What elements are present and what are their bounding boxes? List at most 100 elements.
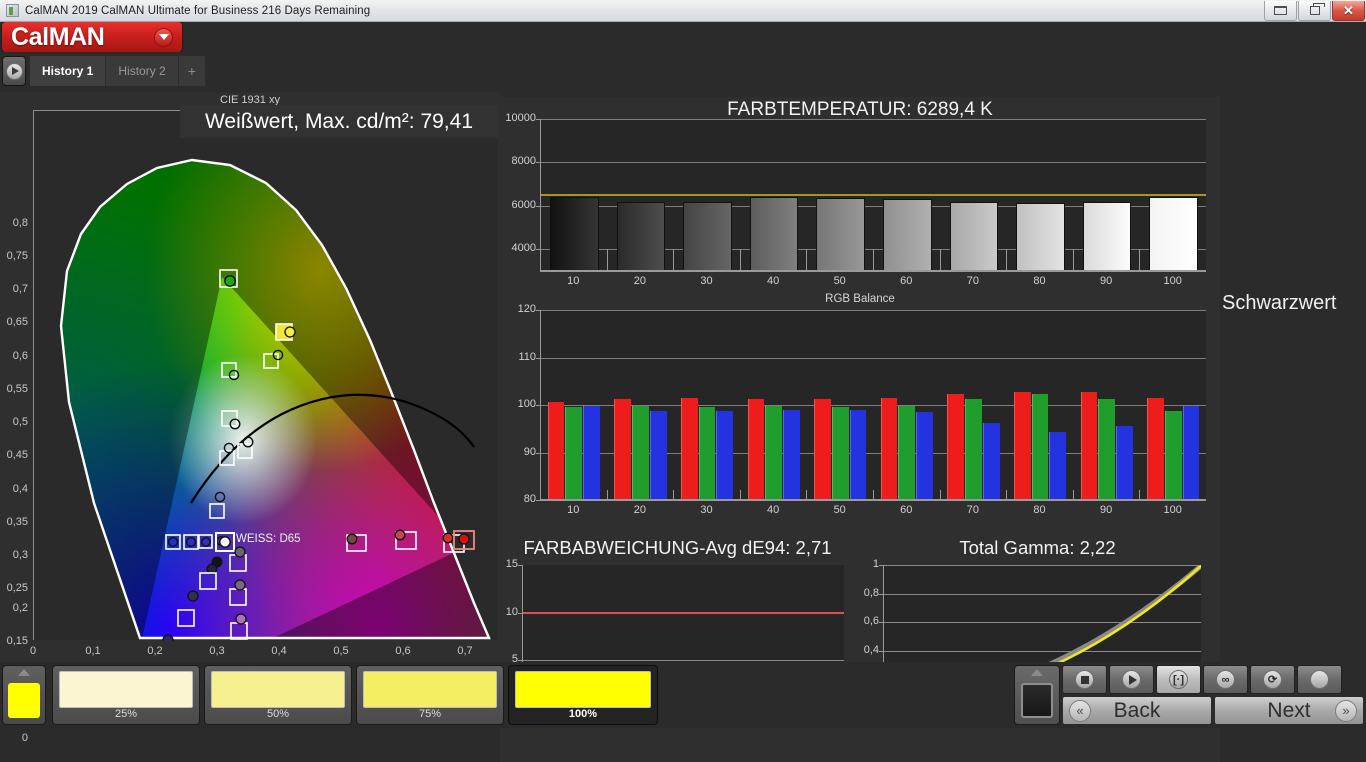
chevron-down-icon[interactable] bbox=[154, 27, 173, 47]
pattern-monitor-button[interactable] bbox=[1014, 665, 1060, 725]
bar-green[interactable] bbox=[698, 407, 716, 499]
bar-red[interactable] bbox=[747, 399, 765, 499]
bar[interactable] bbox=[949, 201, 999, 270]
y-tick-mark bbox=[536, 405, 540, 406]
cie-y-tick: 0,75 bbox=[6, 250, 28, 262]
main-content: CIE 1931 xy Weißwert, Max. cd/m²: 79,41 … bbox=[0, 92, 1366, 762]
rgb-balance-plot[interactable] bbox=[540, 310, 1206, 500]
bar-blue[interactable] bbox=[1116, 425, 1133, 499]
workflow-play-button[interactable] bbox=[2, 56, 26, 86]
next-button[interactable]: Next » bbox=[1214, 696, 1364, 725]
bar-green[interactable] bbox=[898, 405, 916, 499]
bar-red[interactable] bbox=[1147, 397, 1164, 499]
x-tick-mark bbox=[606, 490, 608, 500]
bar[interactable] bbox=[683, 201, 732, 270]
pattern-window-button[interactable]: [·] bbox=[1156, 665, 1201, 694]
x-tick-label: 10 bbox=[567, 275, 580, 287]
stop-button[interactable] bbox=[1062, 665, 1107, 694]
total-gamma-chart: Total Gamma: 2,22 00,20,40,60,8110203040… bbox=[855, 537, 1220, 762]
cie-y-tick: 0,5 bbox=[12, 416, 28, 428]
bar-blue[interactable] bbox=[649, 410, 667, 499]
x-tick-label: 20 bbox=[633, 275, 647, 287]
bar-red[interactable] bbox=[814, 399, 831, 499]
patch-label-25: 25% bbox=[114, 708, 138, 720]
bar[interactable] bbox=[550, 197, 599, 270]
minimize-button[interactable] bbox=[1264, 0, 1297, 21]
bar-green[interactable] bbox=[1031, 394, 1049, 499]
app-header: CalMAN bbox=[0, 22, 1366, 63]
bar-blue[interactable] bbox=[1182, 406, 1200, 499]
calman-logo-menu[interactable]: CalMAN bbox=[2, 22, 182, 52]
x-tick-label: 20 bbox=[633, 504, 647, 516]
bar[interactable] bbox=[749, 197, 799, 270]
x-tick-mark bbox=[673, 249, 675, 271]
patch-button-100[interactable]: 100% bbox=[508, 665, 658, 725]
continuous-button[interactable]: ∞ bbox=[1203, 665, 1248, 694]
close-button[interactable]: ✕ bbox=[1332, 0, 1365, 21]
patch-button-25[interactable]: 25% bbox=[52, 665, 200, 725]
bar[interactable] bbox=[616, 202, 666, 270]
y-tick-label: 8000 bbox=[511, 155, 536, 168]
bar-blue[interactable] bbox=[849, 409, 867, 499]
x-tick-mark bbox=[939, 490, 941, 500]
patch-button-50[interactable]: 50% bbox=[204, 665, 352, 725]
bar-green[interactable] bbox=[1098, 399, 1115, 499]
bar-red[interactable] bbox=[1080, 391, 1098, 499]
bar-green[interactable] bbox=[565, 406, 583, 499]
bar-blue[interactable] bbox=[583, 405, 600, 499]
play-button[interactable] bbox=[1109, 665, 1154, 694]
blank-button[interactable] bbox=[1297, 665, 1342, 694]
current-pattern-color bbox=[8, 683, 40, 718]
cie-chart-panel: CIE 1931 xy Weißwert, Max. cd/m²: 79,41 … bbox=[0, 92, 500, 744]
bar-green[interactable] bbox=[1164, 410, 1182, 499]
bar-blue[interactable] bbox=[716, 411, 734, 499]
tab-history-1[interactable]: History 1 bbox=[30, 56, 107, 86]
bar-green[interactable] bbox=[965, 399, 982, 499]
x-tick-mark bbox=[806, 490, 808, 500]
stop-icon bbox=[1075, 670, 1094, 689]
bar-blue[interactable] bbox=[982, 423, 1000, 499]
restore-icon bbox=[1309, 2, 1325, 15]
cie-x-tick: 0,6 bbox=[395, 645, 411, 657]
white-level-overlay: Weißwert, Max. cd/m²: 79,41 bbox=[180, 105, 498, 138]
bar-blue[interactable] bbox=[916, 412, 933, 499]
x-tick-mark bbox=[1072, 249, 1074, 271]
y-tick-label: 10000 bbox=[505, 112, 536, 124]
bar-green[interactable] bbox=[632, 405, 649, 499]
bar-red[interactable] bbox=[1013, 391, 1031, 499]
x-tick-label: 90 bbox=[1099, 275, 1113, 287]
cie-x-tick: 0,3 bbox=[209, 645, 225, 657]
bar-red[interactable] bbox=[880, 397, 898, 499]
tab-history-2[interactable]: History 2 bbox=[106, 56, 179, 86]
y-tick-mark bbox=[518, 565, 522, 566]
bar-red[interactable] bbox=[680, 397, 698, 499]
restore-button[interactable] bbox=[1298, 0, 1331, 21]
refresh-button[interactable]: ⟳ bbox=[1250, 665, 1295, 694]
bar[interactable] bbox=[883, 198, 932, 270]
cie-plot-area[interactable] bbox=[33, 110, 497, 641]
bar-red[interactable] bbox=[614, 399, 632, 499]
logo-text: CalMAN bbox=[11, 22, 105, 51]
x-tick-label: 50 bbox=[833, 275, 846, 287]
bar-green[interactable] bbox=[765, 406, 782, 499]
patch-button-75[interactable]: 75% bbox=[356, 665, 504, 725]
x-tick-mark bbox=[806, 249, 808, 271]
tab-add-button[interactable]: + bbox=[179, 56, 206, 86]
current-pattern-swatch[interactable] bbox=[2, 665, 46, 725]
bar-red[interactable] bbox=[947, 394, 965, 499]
bar-blue[interactable] bbox=[783, 409, 800, 499]
y-tick-label: 90 bbox=[523, 445, 536, 458]
x-tick-label: 70 bbox=[966, 504, 980, 516]
y-tick-label: 100 bbox=[517, 398, 536, 410]
patch-color-100 bbox=[515, 671, 651, 708]
bar-blue[interactable] bbox=[1049, 431, 1067, 499]
bar[interactable] bbox=[1016, 202, 1065, 270]
back-button[interactable]: « Back bbox=[1062, 696, 1212, 725]
x-axis bbox=[540, 271, 1206, 272]
bar[interactable] bbox=[816, 197, 865, 270]
bar-red[interactable] bbox=[547, 401, 565, 499]
bar[interactable] bbox=[1082, 201, 1132, 270]
bar-green[interactable] bbox=[831, 407, 849, 499]
bar[interactable] bbox=[1149, 196, 1198, 270]
y-tick-label: 110 bbox=[518, 350, 536, 363]
